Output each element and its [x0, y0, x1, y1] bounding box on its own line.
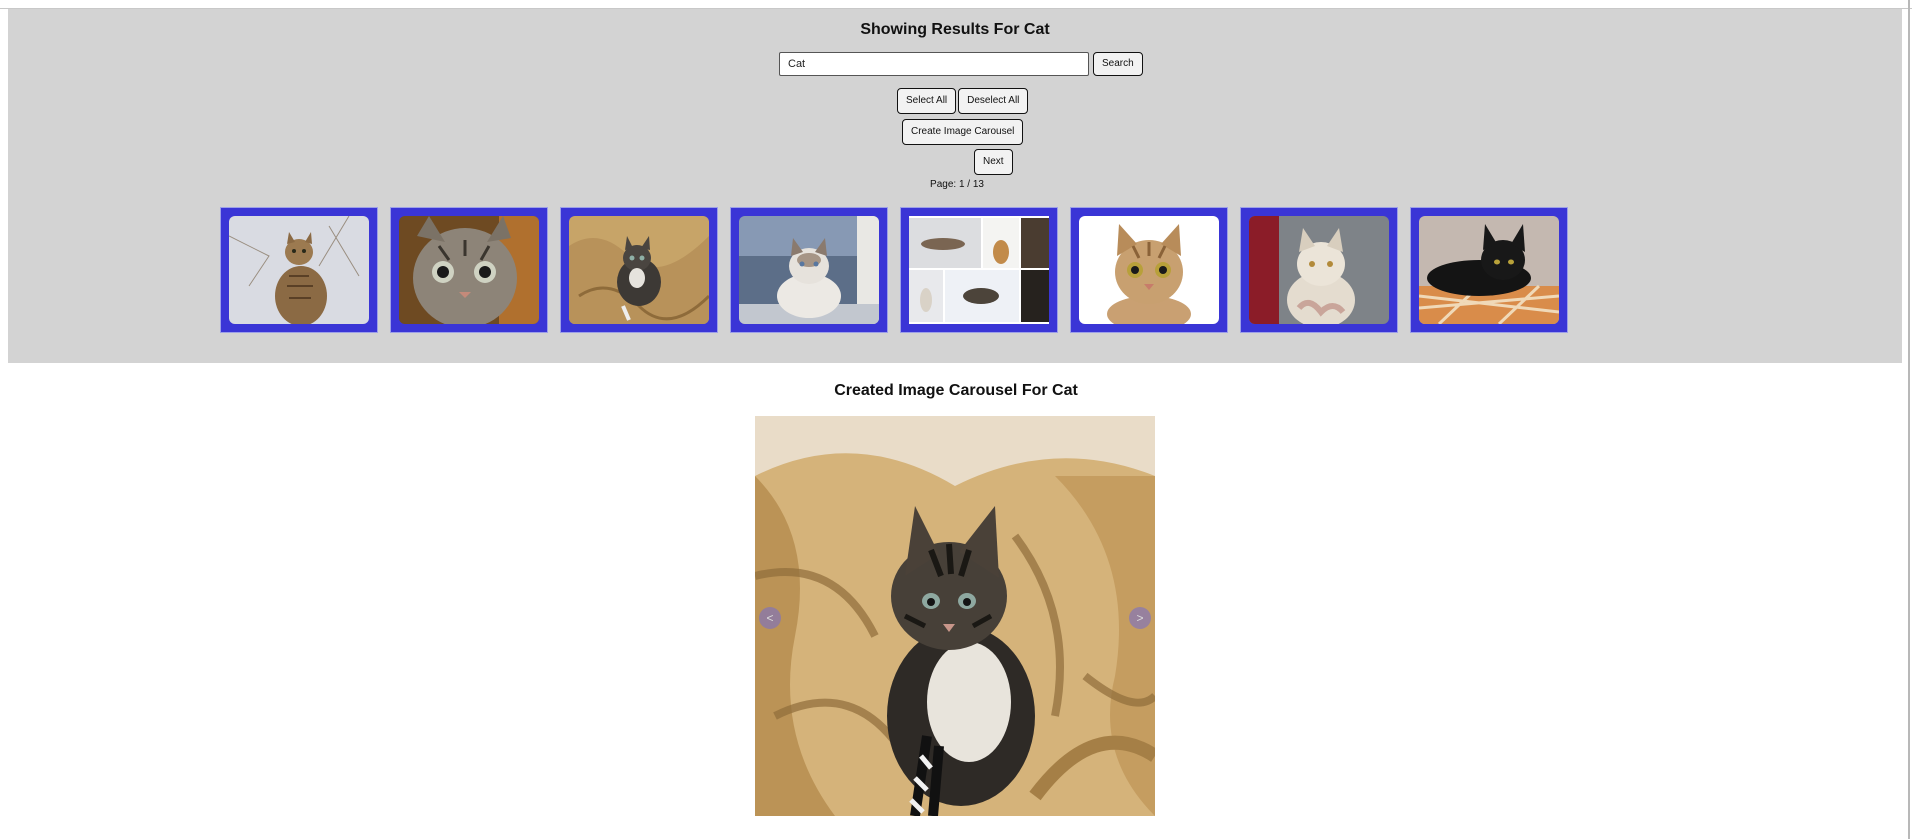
thumbnail-item[interactable]: [220, 207, 378, 333]
page-top-border: [0, 0, 1912, 9]
thumbnail-item[interactable]: [390, 207, 548, 333]
thumbnail-item[interactable]: [1070, 207, 1228, 333]
cat-image: [1419, 216, 1559, 324]
image-carousel: < >: [755, 416, 1155, 816]
window-scrollbar[interactable]: [1908, 0, 1910, 839]
thumbnail-item[interactable]: [900, 207, 1058, 333]
search-input[interactable]: [779, 52, 1089, 76]
carousel-prev-button[interactable]: <: [759, 607, 781, 629]
thumbnail-item[interactable]: [560, 207, 718, 333]
page-indicator: Page: 1 / 13: [930, 179, 984, 190]
cat-image: [229, 216, 369, 324]
thumbnail-item[interactable]: [730, 207, 888, 333]
create-carousel-button[interactable]: Create Image Carousel: [902, 119, 1024, 145]
deselect-all-button[interactable]: Deselect All: [958, 88, 1029, 114]
cat-image: [1249, 216, 1389, 324]
carousel-image: [755, 416, 1155, 816]
pagination-controls: Next: [974, 149, 1013, 175]
results-title: Showing Results For Cat: [860, 21, 1050, 38]
select-all-button[interactable]: Select All: [897, 88, 957, 114]
search-panel: Showing Results For Cat Search Select Al…: [8, 9, 1902, 363]
thumbnail-item[interactable]: [1410, 207, 1568, 333]
selection-controls: Select All Deselect All: [897, 88, 1029, 114]
thumbnail-grid: [220, 207, 1568, 333]
thumbnail-item[interactable]: [1240, 207, 1398, 333]
carousel-title: Created Image Carousel For Cat: [834, 382, 1078, 399]
carousel-next-button[interactable]: >: [1129, 607, 1151, 629]
cat-image: [399, 216, 539, 324]
cat-image: [739, 216, 879, 324]
search-button[interactable]: Search: [1093, 52, 1143, 76]
cat-image: [909, 216, 1049, 324]
cat-image: [569, 216, 709, 324]
search-row: Search: [779, 51, 1143, 77]
carousel-controls: Create Image Carousel: [902, 119, 1024, 145]
next-page-button[interactable]: Next: [974, 149, 1013, 175]
cat-image: [1079, 216, 1219, 324]
